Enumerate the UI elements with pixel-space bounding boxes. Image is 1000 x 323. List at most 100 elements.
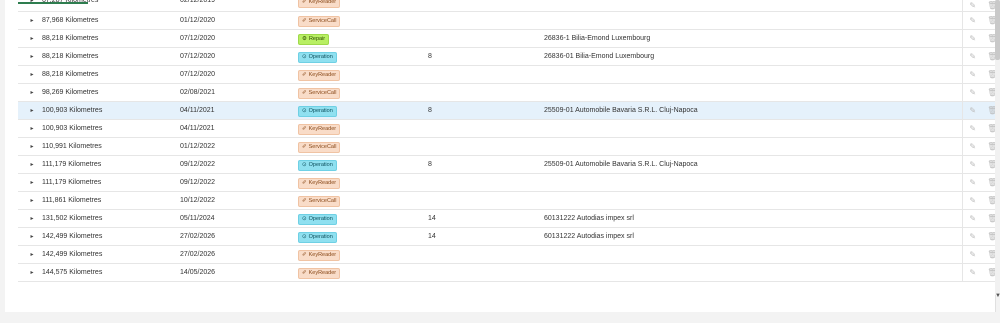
date-cell: 07/12/2020 (180, 53, 216, 60)
date-cell: 07/12/2020 (180, 71, 216, 78)
table-row[interactable]: ▸ 98,269 Kilometres 02/08/2021 ✐ Service… (18, 84, 1000, 102)
mileage-cell: 110,991 Kilometres (42, 143, 102, 150)
history-panel: ▸ 67,287 Kilometres 02/12/2019 ✐ KeyRead… (5, 0, 1000, 312)
event-type-icon: ⊙ (302, 234, 307, 240)
expand-row-icon[interactable]: ▸ (28, 156, 36, 174)
edit-pencil-icon[interactable]: ✎ (968, 88, 978, 97)
expand-row-icon[interactable]: ▸ (28, 264, 36, 282)
table-row[interactable]: ▸ 111,179 Kilometres 09/12/2022 ✐ KeyRea… (18, 174, 1000, 192)
edit-pencil-icon[interactable]: ✎ (968, 214, 978, 223)
table-row[interactable]: ▸ 100,903 Kilometres 04/11/2021 ⊙ Operat… (18, 102, 1000, 120)
event-type-icon: ✐ (302, 198, 307, 204)
event-type-icon: ✐ (302, 180, 307, 186)
event-type-cell: ✐ ServiceCall (298, 196, 341, 207)
event-type-icon: ⊙ (302, 108, 307, 114)
scroll-down-arrow-icon[interactable]: ▼ (995, 293, 1000, 299)
table-row[interactable]: ▸ 100,903 Kilometres 04/11/2021 ✐ KeyRea… (18, 120, 1000, 138)
mileage-cell: 142,499 Kilometres (42, 233, 103, 240)
table-row[interactable]: ▸ 111,179 Kilometres 09/12/2022 ⊙ Operat… (18, 156, 1000, 174)
edit-pencil-icon[interactable]: ✎ (968, 106, 978, 115)
date-cell: 27/02/2026 (180, 251, 216, 258)
event-type-icon: ✐ (302, 90, 307, 96)
expand-row-icon[interactable]: ▸ (28, 102, 36, 120)
edit-pencil-icon[interactable]: ✎ (968, 268, 978, 277)
event-type-label: ServiceCall (308, 18, 337, 24)
mileage-cell: 142,499 Kilometres (42, 251, 103, 258)
dealer-cell: 26836-01 Bilia-Emond Luxembourg (544, 53, 655, 60)
expand-row-icon[interactable]: ▸ (28, 246, 36, 264)
date-cell: 02/12/2019 (180, 0, 216, 4)
table-row[interactable]: ▸ 131,502 Kilometres 05/11/2024 ⊙ Operat… (18, 210, 1000, 228)
table-row[interactable]: ▸ 142,499 Kilometres 27/02/2026 ✐ KeyRea… (18, 246, 1000, 264)
edit-pencil-icon[interactable]: ✎ (968, 124, 978, 133)
edit-pencil-icon[interactable]: ✎ (968, 232, 978, 241)
event-type-cell: ✐ ServiceCall (298, 16, 341, 27)
dealer-cell: 25509-01 Automobile Bavaria S.R.L. Cluj-… (544, 107, 698, 114)
date-cell: 14/05/2026 (180, 269, 216, 276)
date-cell: 05/11/2024 (180, 215, 215, 222)
event-type-label: ServiceCall (308, 144, 337, 150)
quantity-cell: 8 (428, 161, 432, 168)
event-type-cell: ✐ KeyReader (298, 178, 341, 189)
scrollbar-thumb[interactable] (995, 0, 1000, 60)
expand-row-icon[interactable]: ▸ (28, 12, 36, 30)
edit-pencil-icon[interactable]: ✎ (968, 160, 978, 169)
table-row[interactable]: ▸ 110,991 Kilometres 01/12/2022 ✐ Servic… (18, 138, 1000, 156)
table-row[interactable]: ▸ 111,861 Kilometres 10/12/2022 ✐ Servic… (18, 192, 1000, 210)
expand-row-icon[interactable]: ▸ (28, 30, 36, 48)
mileage-cell: 88,218 Kilometres (42, 35, 99, 42)
edit-pencil-icon[interactable]: ✎ (968, 70, 978, 79)
event-type-cell: ⊙ Operation (298, 214, 337, 225)
event-type-badge: ⊙ Operation (298, 106, 337, 117)
event-type-icon: ✐ (302, 126, 307, 132)
mileage-cell: 98,269 Kilometres (42, 89, 99, 96)
edit-pencil-icon[interactable]: ✎ (968, 34, 978, 43)
expand-row-icon[interactable]: ▸ (28, 120, 36, 138)
event-type-icon: ✐ (302, 270, 307, 276)
table-row[interactable]: ▸ 88,218 Kilometres 07/12/2020 ⚙ Repair … (18, 30, 1000, 48)
event-type-cell: ⊙ Operation (298, 232, 337, 243)
mileage-cell: 144,575 Kilometres (42, 269, 103, 276)
event-type-cell: ⚙ Repair (298, 34, 330, 45)
edit-pencil-icon[interactable]: ✎ (968, 1, 978, 10)
expand-row-icon[interactable]: ▸ (28, 192, 36, 210)
expand-row-icon[interactable]: ▸ (28, 174, 36, 192)
expand-row-icon[interactable]: ▸ (28, 66, 36, 84)
table-row[interactable]: ▸ 87,968 Kilometres 01/12/2020 ✐ Service… (18, 12, 1000, 30)
event-type-label: Operation (308, 234, 333, 240)
expand-row-icon[interactable]: ▸ (28, 138, 36, 156)
vertical-scrollbar[interactable] (995, 0, 1000, 295)
event-type-badge: ⊙ Operation (298, 232, 337, 243)
expand-row-icon[interactable]: ▸ (28, 210, 36, 228)
expand-row-icon[interactable]: ▸ (28, 228, 36, 246)
table-row[interactable]: ▸ 67,287 Kilometres 02/12/2019 ✐ KeyRead… (18, 0, 1000, 12)
edit-pencil-icon[interactable]: ✎ (968, 196, 978, 205)
table-row[interactable]: ▸ 88,218 Kilometres 07/12/2020 ⊙ Operati… (18, 48, 1000, 66)
expand-row-icon[interactable]: ▸ (28, 48, 36, 66)
event-type-icon: ⊙ (302, 216, 307, 222)
event-type-cell: ✐ KeyReader (298, 0, 341, 8)
edit-pencil-icon[interactable]: ✎ (968, 16, 978, 25)
table-row[interactable]: ▸ 144,575 Kilometres 14/05/2026 ✐ KeyRea… (18, 264, 1000, 282)
edit-pencil-icon[interactable]: ✎ (968, 178, 978, 187)
table-row[interactable]: ▸ 142,499 Kilometres 27/02/2026 ⊙ Operat… (18, 228, 1000, 246)
date-cell: 07/12/2020 (180, 35, 216, 42)
mileage-cell: 111,861 Kilometres (42, 197, 102, 204)
event-type-label: Operation (308, 162, 333, 168)
event-type-cell: ✐ KeyReader (298, 124, 341, 135)
edit-pencil-icon[interactable]: ✎ (968, 52, 978, 61)
mileage-cell: 88,218 Kilometres (42, 71, 99, 78)
edit-pencil-icon[interactable]: ✎ (968, 142, 978, 151)
expand-row-icon[interactable]: ▸ (28, 0, 36, 7)
dealer-cell: 60131222 Autodias impex srl (544, 233, 634, 240)
event-type-badge: ✐ ServiceCall (298, 88, 341, 99)
edit-pencil-icon[interactable]: ✎ (968, 250, 978, 259)
date-cell: 27/02/2026 (180, 233, 216, 240)
event-type-label: KeyReader (308, 252, 337, 258)
date-cell: 09/12/2022 (180, 179, 216, 186)
event-type-label: Operation (308, 108, 333, 114)
table-row[interactable]: ▸ 88,218 Kilometres 07/12/2020 ✐ KeyRead… (18, 66, 1000, 84)
date-cell: 04/11/2021 (180, 107, 215, 114)
expand-row-icon[interactable]: ▸ (28, 84, 36, 102)
event-type-cell: ✐ ServiceCall (298, 88, 341, 99)
